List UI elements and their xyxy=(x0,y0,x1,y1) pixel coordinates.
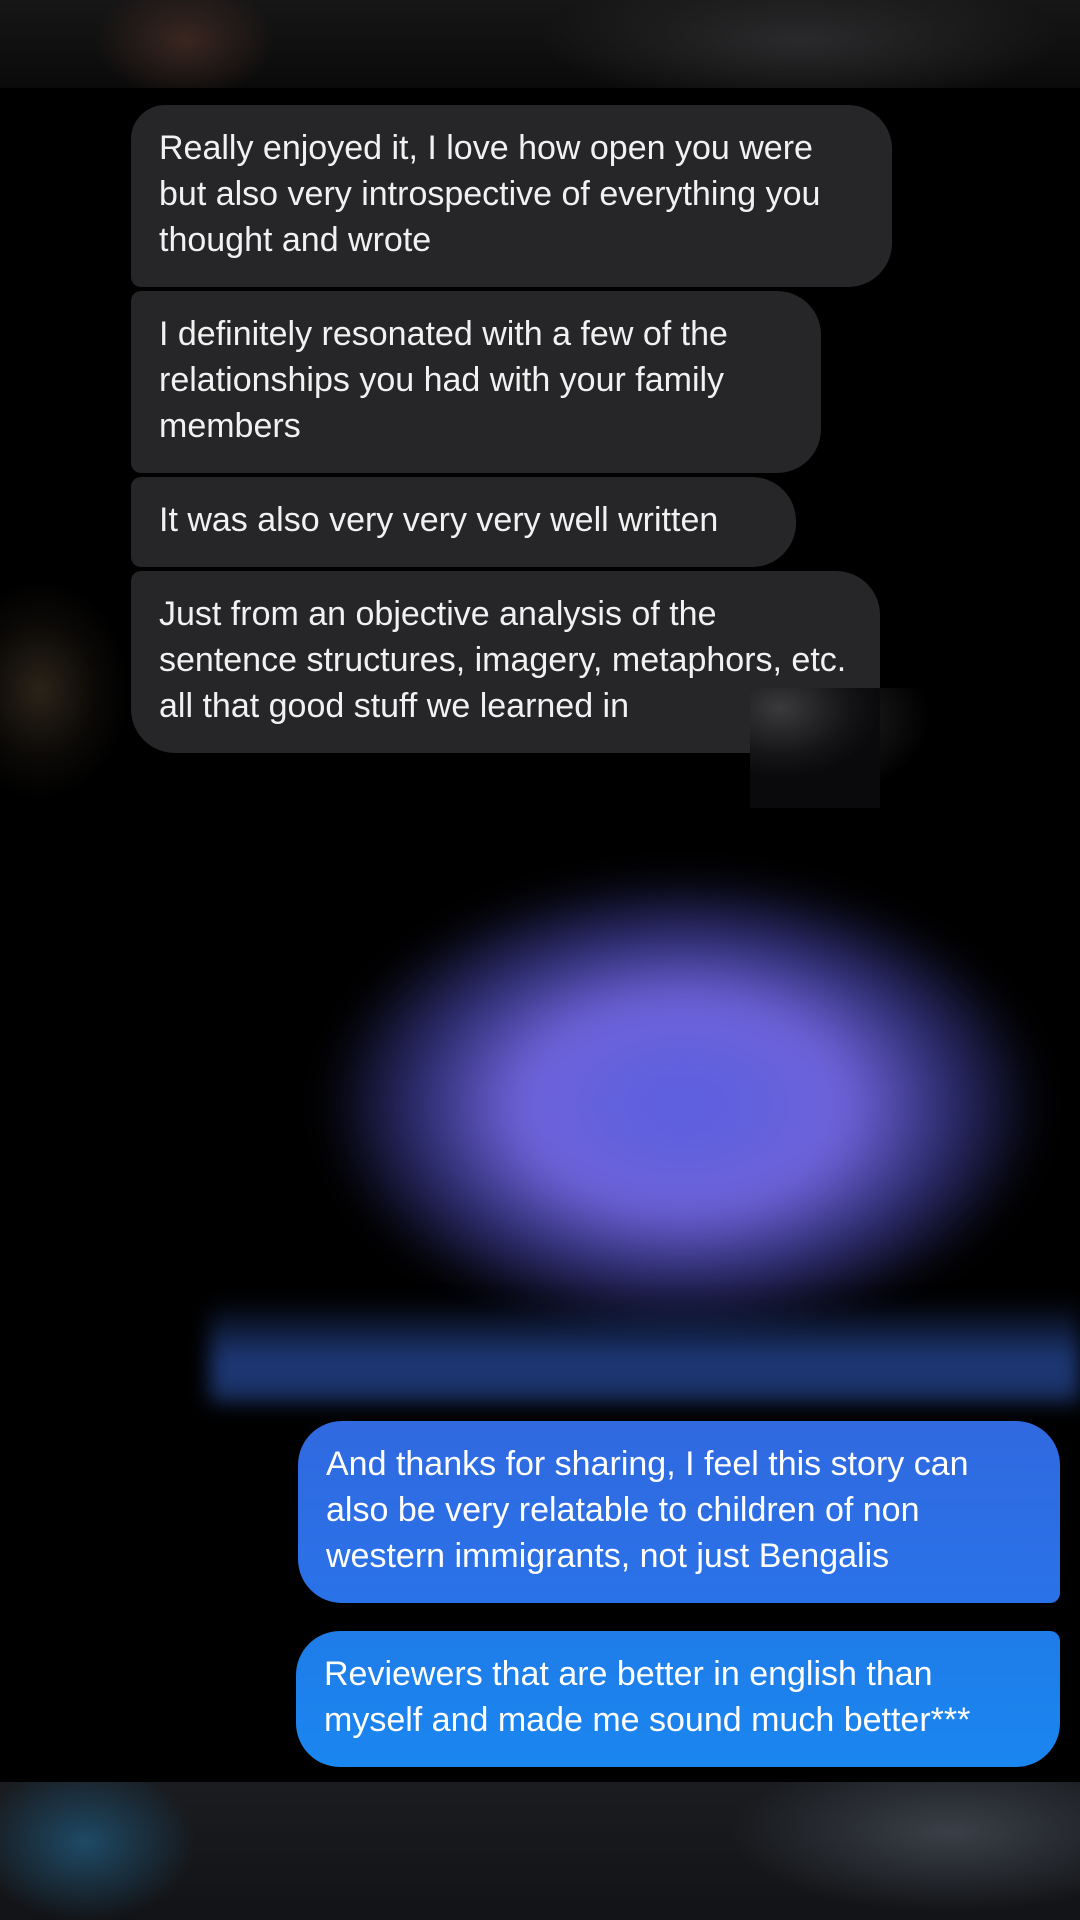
blurred-overlay xyxy=(750,688,880,808)
message-bubble-incoming[interactable]: Really enjoyed it, I love how open you w… xyxy=(131,105,892,287)
chat-screen: Really enjoyed it, I love how open you w… xyxy=(0,0,1080,1920)
message-bubble-incoming[interactable]: I definitely resonated with a few of the… xyxy=(131,291,821,473)
blurred-media-attachment-edge xyxy=(210,1300,1080,1402)
message-bubble-outgoing[interactable]: And thanks for sharing, I feel this stor… xyxy=(298,1421,1060,1603)
blurred-input-bar xyxy=(0,1782,1080,1920)
blurred-avatar-area xyxy=(0,560,124,840)
blurred-header xyxy=(0,0,1080,88)
message-bubble-outgoing[interactable]: Reviewers that are better in english tha… xyxy=(296,1631,1060,1767)
message-bubble-incoming[interactable]: It was also very very very well written xyxy=(131,477,796,567)
